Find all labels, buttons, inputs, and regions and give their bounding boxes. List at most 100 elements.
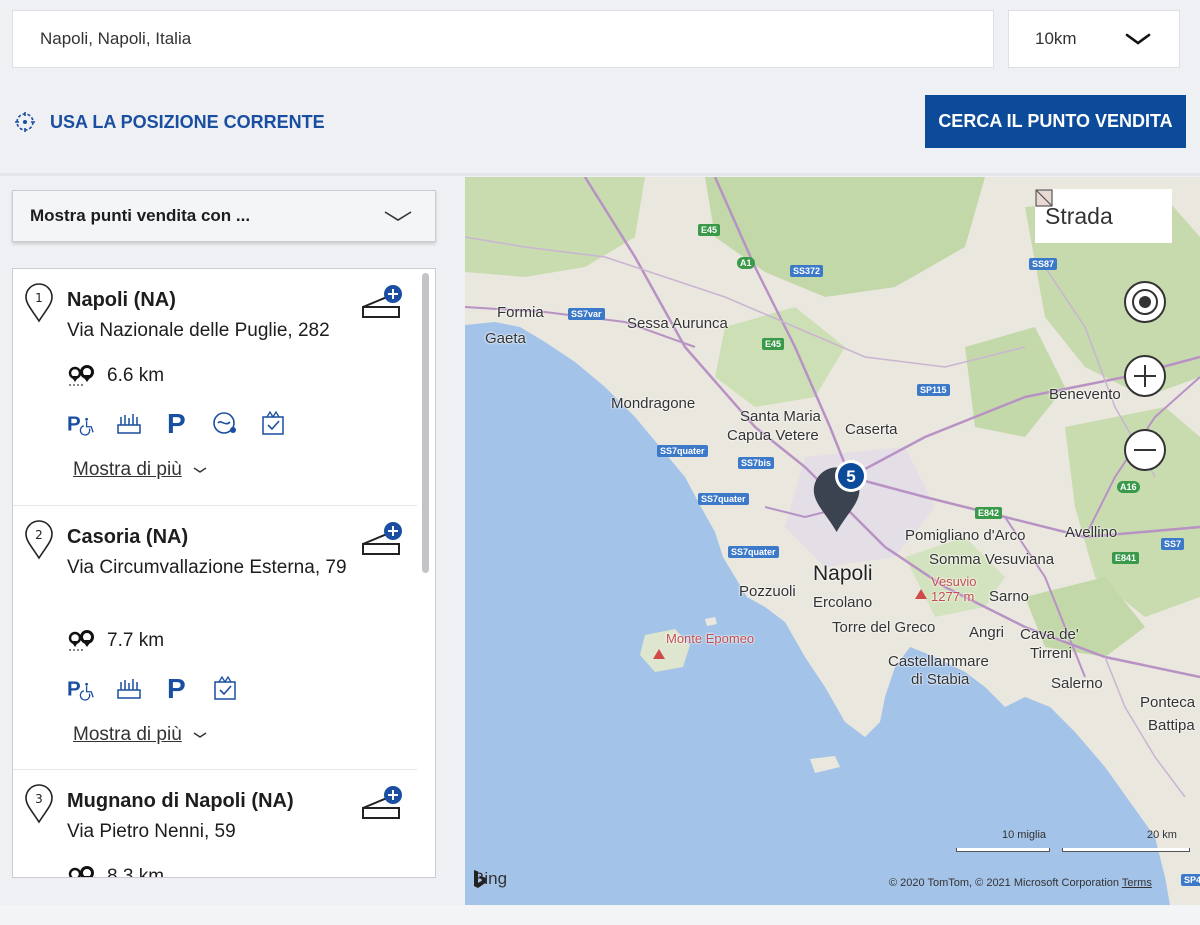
map-place-label: Ponteca	[1140, 694, 1196, 711]
radius-value: 10km	[1035, 29, 1077, 48]
store-map[interactable]: Formia Gaeta Sessa Aurunca Mondragone Sa…	[465, 177, 1200, 905]
location-search-value: Napoli, Napoli, Italia	[40, 29, 192, 48]
cluster-count: 5	[846, 467, 855, 486]
add-to-favorites-icon[interactable]	[359, 520, 405, 560]
chevron-down-icon	[193, 467, 207, 473]
scale-label-miles: 10 miglia	[1002, 829, 1047, 841]
map-place-label: Napoli	[813, 562, 873, 585]
store-item[interactable]: 1 Napoli (NA) Via Nazionale delle Puglie…	[13, 269, 417, 506]
store-distance: 7.7 km	[67, 630, 164, 652]
route-pin-icon	[68, 365, 94, 386]
radius-select[interactable]: 10km	[1008, 10, 1180, 68]
road-badge: SS7	[1161, 538, 1185, 550]
store-index: 3	[35, 792, 43, 806]
chevron-down-icon	[193, 732, 207, 738]
map-place-label: Somma Vesuviana	[929, 551, 1055, 568]
zoom-out-button[interactable]	[1123, 428, 1167, 472]
store-distance: 6.6 km	[67, 365, 164, 387]
bakery-icon	[115, 674, 143, 702]
road-badge: SS7bis	[738, 457, 775, 469]
chevron-down-icon	[1125, 33, 1151, 45]
scale-bar	[956, 848, 1050, 852]
crosshair-icon	[15, 112, 35, 132]
map-place-label: Angri	[969, 624, 1005, 641]
map-place-label: Torre del Greco	[832, 619, 936, 636]
store-name: Casoria (NA)	[67, 526, 189, 548]
quality-icon	[259, 409, 287, 437]
road-badge: A16	[1117, 481, 1140, 493]
store-cluster-marker[interactable]: 5	[810, 459, 870, 539]
road-badge: A1	[737, 257, 755, 269]
bing-icon	[474, 870, 486, 888]
store-item[interactable]: 3 Mugnano di Napoli (NA) Via Pietro Nenn…	[13, 770, 417, 878]
footer-band	[0, 905, 1200, 925]
show-more-link[interactable]: Mostra di più	[73, 459, 208, 481]
road-badge: E841	[1112, 552, 1140, 564]
scale-label-km: 20 km	[1147, 829, 1177, 841]
map-place-label: di Stabia	[911, 671, 970, 688]
road-badge: SS7var	[568, 308, 605, 320]
show-more-label: Mostra di più	[73, 459, 182, 480]
svg-text:P: P	[167, 409, 186, 437]
section-divider	[0, 173, 1200, 176]
map-place-label: Vesuvio	[931, 574, 977, 589]
store-distance: 8.3 km	[67, 866, 165, 878]
parking-icon: P	[163, 674, 191, 702]
zoom-out-icon	[1124, 429, 1166, 471]
parking-icon: P	[163, 409, 191, 437]
store-distance-value: 8.3 km	[107, 866, 165, 878]
road-badge: E45	[698, 224, 721, 236]
numbered-pin-icon: 1	[25, 283, 53, 323]
store-address: Via Pietro Nenni, 59	[67, 821, 236, 842]
store-address: Via Circumvallazione Esterna, 79	[67, 557, 347, 578]
store-services: P P	[67, 674, 239, 702]
show-more-link[interactable]: Mostra di più	[73, 724, 208, 746]
store-name: Mugnano di Napoli (NA)	[67, 790, 294, 812]
location-search-input[interactable]: Napoli, Napoli, Italia	[12, 10, 994, 68]
svg-text:P: P	[67, 412, 81, 435]
use-current-location-button[interactable]: USA LA POSIZIONE CORRENTE	[14, 108, 325, 136]
map-place-label: Monte Epomeo	[666, 631, 755, 646]
map-place-label: Caserta	[845, 421, 898, 438]
store-list-scrollbar[interactable]	[422, 273, 429, 573]
bing-logo: Bing	[473, 869, 507, 889]
map-place-label: Cava de'	[1020, 626, 1079, 643]
road-badge: SS7quater	[698, 493, 749, 505]
map-place-label: Salerno	[1051, 675, 1103, 692]
disabled-parking-icon: P	[67, 674, 95, 702]
add-to-favorites-icon[interactable]	[359, 784, 405, 824]
store-name: Napoli (NA)	[67, 289, 176, 311]
use-current-location-label: USA LA POSIZIONE CORRENTE	[50, 111, 325, 132]
search-store-button[interactable]: CERCA IL PUNTO VENDITA	[925, 95, 1186, 148]
map-place-label: Ercolano	[813, 594, 873, 611]
map-place-label: Benevento	[1049, 386, 1121, 403]
map-place-label: Pozzuoli	[739, 583, 796, 600]
map-place-label: Pomigliano d'Arco	[905, 527, 1026, 544]
store-filter-dropdown[interactable]: Mostra punti vendita con ...	[12, 190, 436, 242]
road-badge: E842	[975, 507, 1003, 519]
map-place-label: Sarno	[989, 588, 1030, 605]
add-to-favorites-icon[interactable]	[359, 283, 405, 323]
route-pin-icon	[68, 866, 94, 877]
store-list[interactable]: 1 Napoli (NA) Via Nazionale delle Puglie…	[12, 268, 436, 878]
store-services: P P	[67, 409, 287, 437]
peak-icon	[653, 649, 665, 659]
zoom-in-icon	[1124, 355, 1166, 397]
store-item[interactable]: 2 Casoria (NA) Via Circumvallazione Este…	[13, 506, 417, 770]
quality-icon	[211, 674, 239, 702]
bakery-icon	[115, 409, 143, 437]
zoom-in-button[interactable]	[1123, 354, 1167, 398]
terms-link[interactable]: Terms	[1122, 877, 1152, 889]
road-badge: SS7quater	[657, 445, 708, 457]
road-badge: SP115	[917, 384, 950, 396]
map-style-toggle[interactable]: Strada	[1035, 189, 1172, 243]
map-place-label: Santa Maria	[740, 408, 821, 425]
numbered-pin-icon: 2	[25, 520, 53, 560]
map-terrain	[465, 177, 1200, 905]
map-place-label: 1277 m	[931, 589, 975, 604]
map-place-label: Gaeta	[485, 330, 526, 347]
attribution-text: © 2020 TomTom, © 2021 Microsoft Corporat…	[889, 877, 1120, 889]
store-address: Via Nazionale delle Puglie, 282	[67, 320, 330, 341]
map-layer-icon	[1035, 189, 1053, 207]
locate-me-button[interactable]	[1123, 280, 1167, 324]
